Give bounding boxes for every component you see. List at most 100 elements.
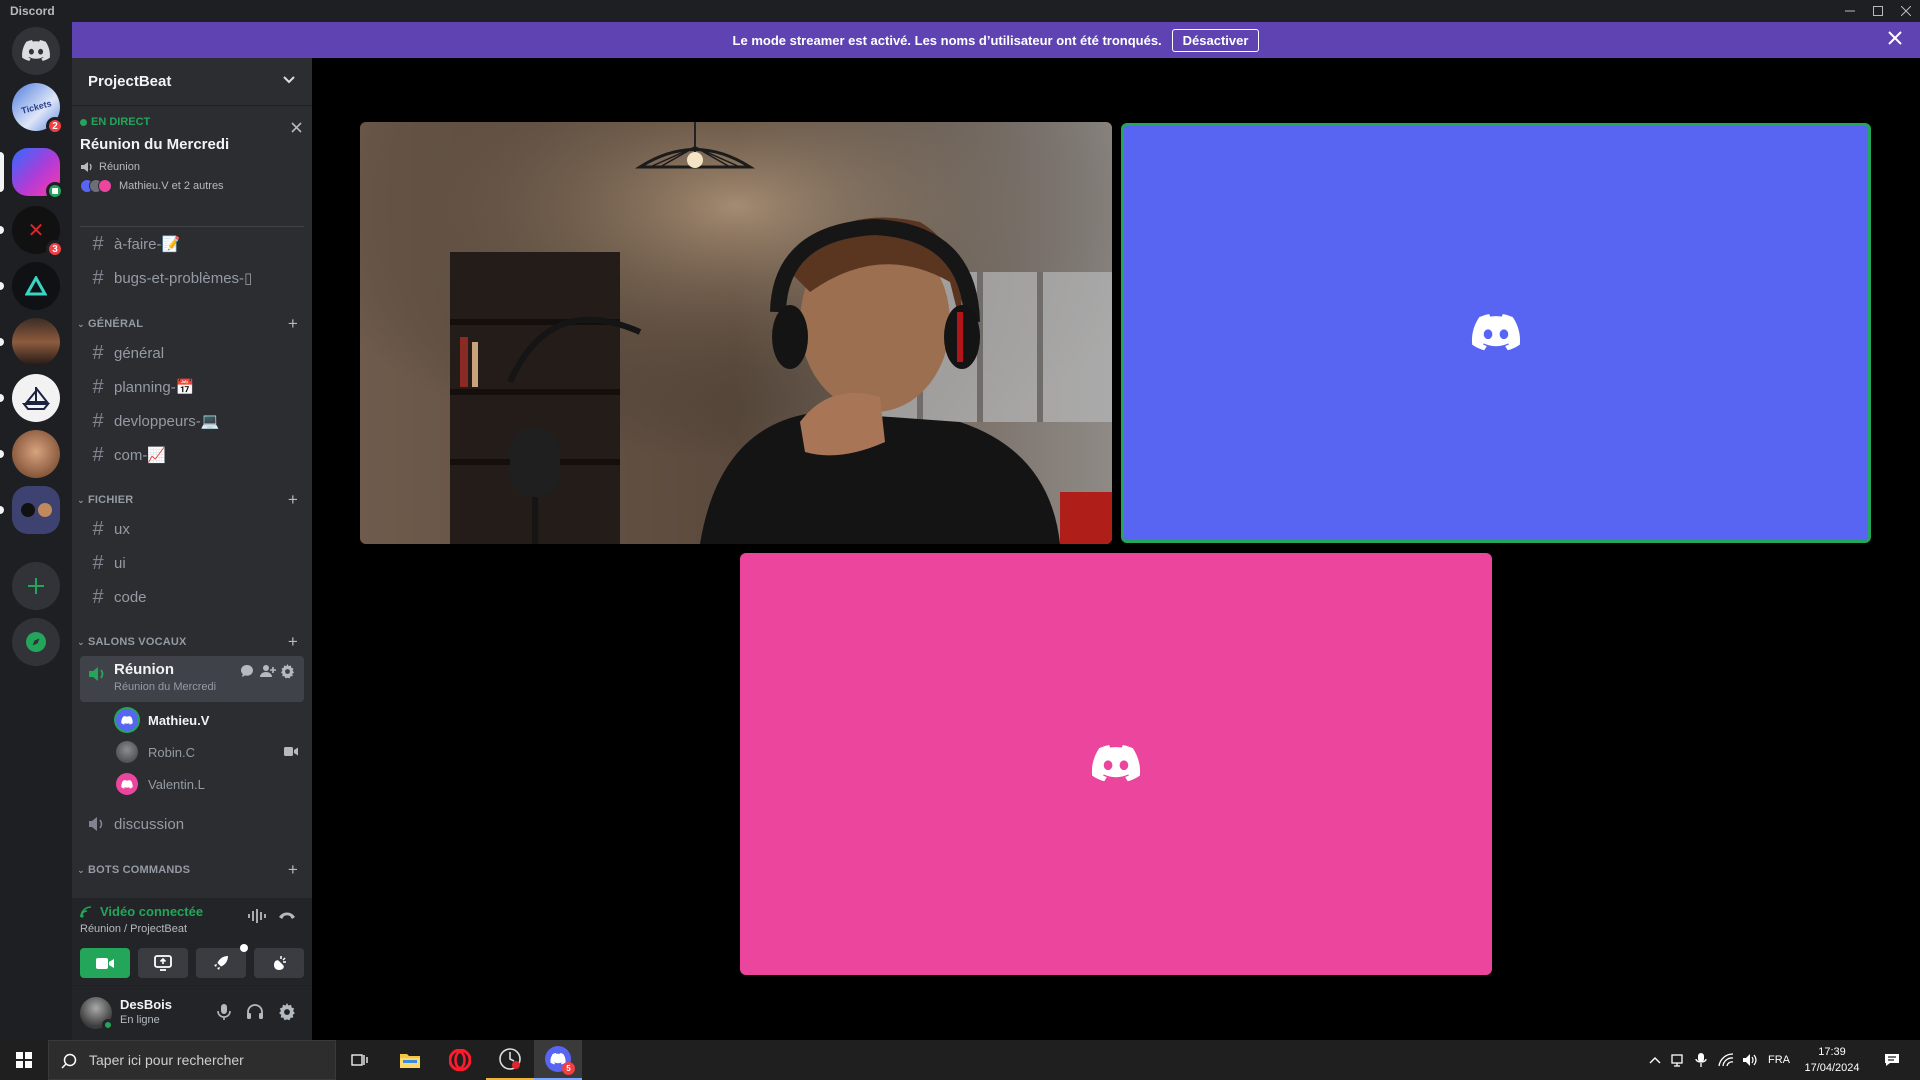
voice-channel-name: Réunion <box>114 661 174 678</box>
camera-toggle-button[interactable] <box>80 948 130 978</box>
server-folder[interactable] <box>12 486 60 534</box>
category-bots-commands[interactable]: ⌄ BOTS COMMANDS + <box>74 860 310 880</box>
username[interactable]: DesBois <box>120 997 172 1012</box>
channel-code[interactable]: # code <box>80 581 304 613</box>
channel-com[interactable]: # com-📈 <box>80 439 304 471</box>
tray-microphone-button[interactable] <box>1690 1040 1712 1080</box>
opera-icon <box>449 1049 471 1071</box>
category-general[interactable]: ⌄ GÉNÉRAL + <box>74 314 310 334</box>
channel-planning[interactable]: # planning-📅 <box>80 371 304 403</box>
discord-taskbar-button[interactable]: 5 <box>534 1040 582 1080</box>
avatar <box>116 709 138 731</box>
chevron-down-icon: ⌄ <box>77 864 85 875</box>
discord-logo-icon <box>121 715 133 725</box>
system-clock[interactable]: 17:39 17/04/2024 <box>1798 1040 1866 1080</box>
headset-button[interactable] <box>246 1003 264 1019</box>
channel-a-faire[interactable]: # à-faire-📝 <box>80 228 304 260</box>
server-icon-boat[interactable] <box>12 374 60 422</box>
explore-servers-button[interactable] <box>12 618 60 666</box>
voice-connection-panel: Vidéo connectée Réunion / ProjectBeat <box>72 898 312 986</box>
notification-center-button[interactable] <box>1872 1040 1912 1080</box>
activities-button[interactable] <box>196 944 248 978</box>
voice-channel-discussion[interactable]: discussion <box>80 808 304 840</box>
disable-streamer-mode-button[interactable]: Désactiver <box>1171 28 1260 52</box>
soundboard-icon <box>274 956 286 970</box>
voice-user-mathieu[interactable]: Mathieu.V <box>116 706 304 734</box>
screen-share-button[interactable] <box>138 948 188 978</box>
add-channel-icon[interactable]: + <box>288 632 298 652</box>
show-hidden-icons-button[interactable] <box>1644 1040 1666 1080</box>
server-header[interactable]: ProjectBeat <box>72 58 312 106</box>
channel-devloppeurs[interactable]: # devloppeurs-💻 <box>80 405 304 437</box>
server-icon-a[interactable] <box>12 262 60 310</box>
add-channel-icon[interactable]: + <box>288 860 298 880</box>
start-button[interactable] <box>0 1040 48 1080</box>
device-icon <box>1671 1054 1683 1067</box>
taskbar-search-input[interactable]: Taper ici pour rechercher <box>48 1040 336 1080</box>
home-button[interactable] <box>12 27 60 75</box>
discord-logo-icon <box>22 40 50 61</box>
add-server-button[interactable] <box>12 562 60 610</box>
task-view-button[interactable] <box>336 1040 384 1080</box>
video-tile-valentin[interactable] <box>740 553 1492 975</box>
unread-indicator <box>0 506 4 514</box>
tray-device-icon-button[interactable] <box>1666 1040 1688 1080</box>
file-explorer-button[interactable] <box>386 1040 434 1080</box>
hashtag-icon: # <box>92 375 104 398</box>
discord-logo-icon <box>121 779 133 789</box>
opera-browser-button[interactable] <box>436 1040 484 1080</box>
hang-up-icon <box>279 912 295 919</box>
disconnect-button[interactable] <box>278 910 296 920</box>
gear-icon[interactable] <box>280 664 295 679</box>
invite-user-icon[interactable] <box>260 664 276 678</box>
server-icon-face[interactable] <box>12 430 60 478</box>
network-button[interactable] <box>1714 1040 1738 1080</box>
video-tile-camera[interactable] <box>360 122 1112 544</box>
chevron-down-icon <box>282 75 296 85</box>
hashtag-icon: # <box>92 232 104 255</box>
wifi-icon <box>1718 1053 1734 1067</box>
chat-bubble-icon[interactable] <box>240 664 254 678</box>
server-icon-projectbeat[interactable] <box>12 148 64 200</box>
title-bar: Discord <box>0 0 1920 22</box>
soundboard-button[interactable] <box>254 948 304 978</box>
volume-button[interactable] <box>1738 1040 1762 1080</box>
add-channel-icon[interactable]: + <box>288 314 298 334</box>
close-banner-button[interactable] <box>1888 31 1902 45</box>
channel-bugs[interactable]: # bugs-et-problèmes-▯ <box>80 262 304 294</box>
video-tile-mathieu[interactable] <box>1121 123 1871 543</box>
chevron-down-icon: ⌄ <box>77 636 85 647</box>
server-icon-landscape[interactable] <box>12 318 60 366</box>
add-channel-icon[interactable]: + <box>288 490 298 510</box>
category-salons-vocaux[interactable]: ⌄ SALONS VOCAUX + <box>74 632 310 652</box>
unread-indicator <box>0 338 4 346</box>
voice-channel-reunion[interactable]: Réunion Réunion du Mercredi <box>80 656 304 702</box>
voice-user-valentin[interactable]: Valentin.L <box>116 770 304 798</box>
server-icon-tickets[interactable]: Tickets 2 <box>12 83 64 135</box>
microphone-button[interactable] <box>216 1003 232 1021</box>
channel-ui[interactable]: # ui <box>80 547 304 579</box>
event-title: Réunion du Mercredi <box>80 136 230 153</box>
category-fichier[interactable]: ⌄ FICHIER + <box>74 490 310 510</box>
user-settings-button[interactable] <box>278 1003 296 1021</box>
input-language[interactable]: FRA <box>1764 1040 1794 1080</box>
task-view-icon <box>351 1054 368 1066</box>
voice-user-robin[interactable]: Robin.C <box>116 738 304 766</box>
live-dot-icon <box>80 118 87 126</box>
channel-general[interactable]: # général <box>80 337 304 369</box>
app-button-clock[interactable] <box>486 1040 534 1080</box>
hashtag-icon: # <box>92 517 104 540</box>
dismiss-event-button[interactable] <box>291 122 302 133</box>
channel-label: à-faire-📝 <box>114 236 181 253</box>
channel-ux[interactable]: # ux <box>80 513 304 545</box>
webcam-feed-image <box>360 122 1112 544</box>
hashtag-icon: # <box>92 266 104 289</box>
server-icon-x[interactable]: ✕ 3 <box>12 206 64 258</box>
signal-icon <box>80 905 92 918</box>
close-window-button[interactable] <box>1886 1 1920 21</box>
notification-badge: 3 <box>46 240 64 258</box>
live-event-card[interactable]: EN DIRECT Réunion du Mercredi Réunion Ma… <box>80 116 304 226</box>
hashtag-icon: # <box>92 341 104 364</box>
channel-label: devloppeurs-💻 <box>114 413 220 430</box>
noise-suppression-button[interactable] <box>248 908 266 924</box>
